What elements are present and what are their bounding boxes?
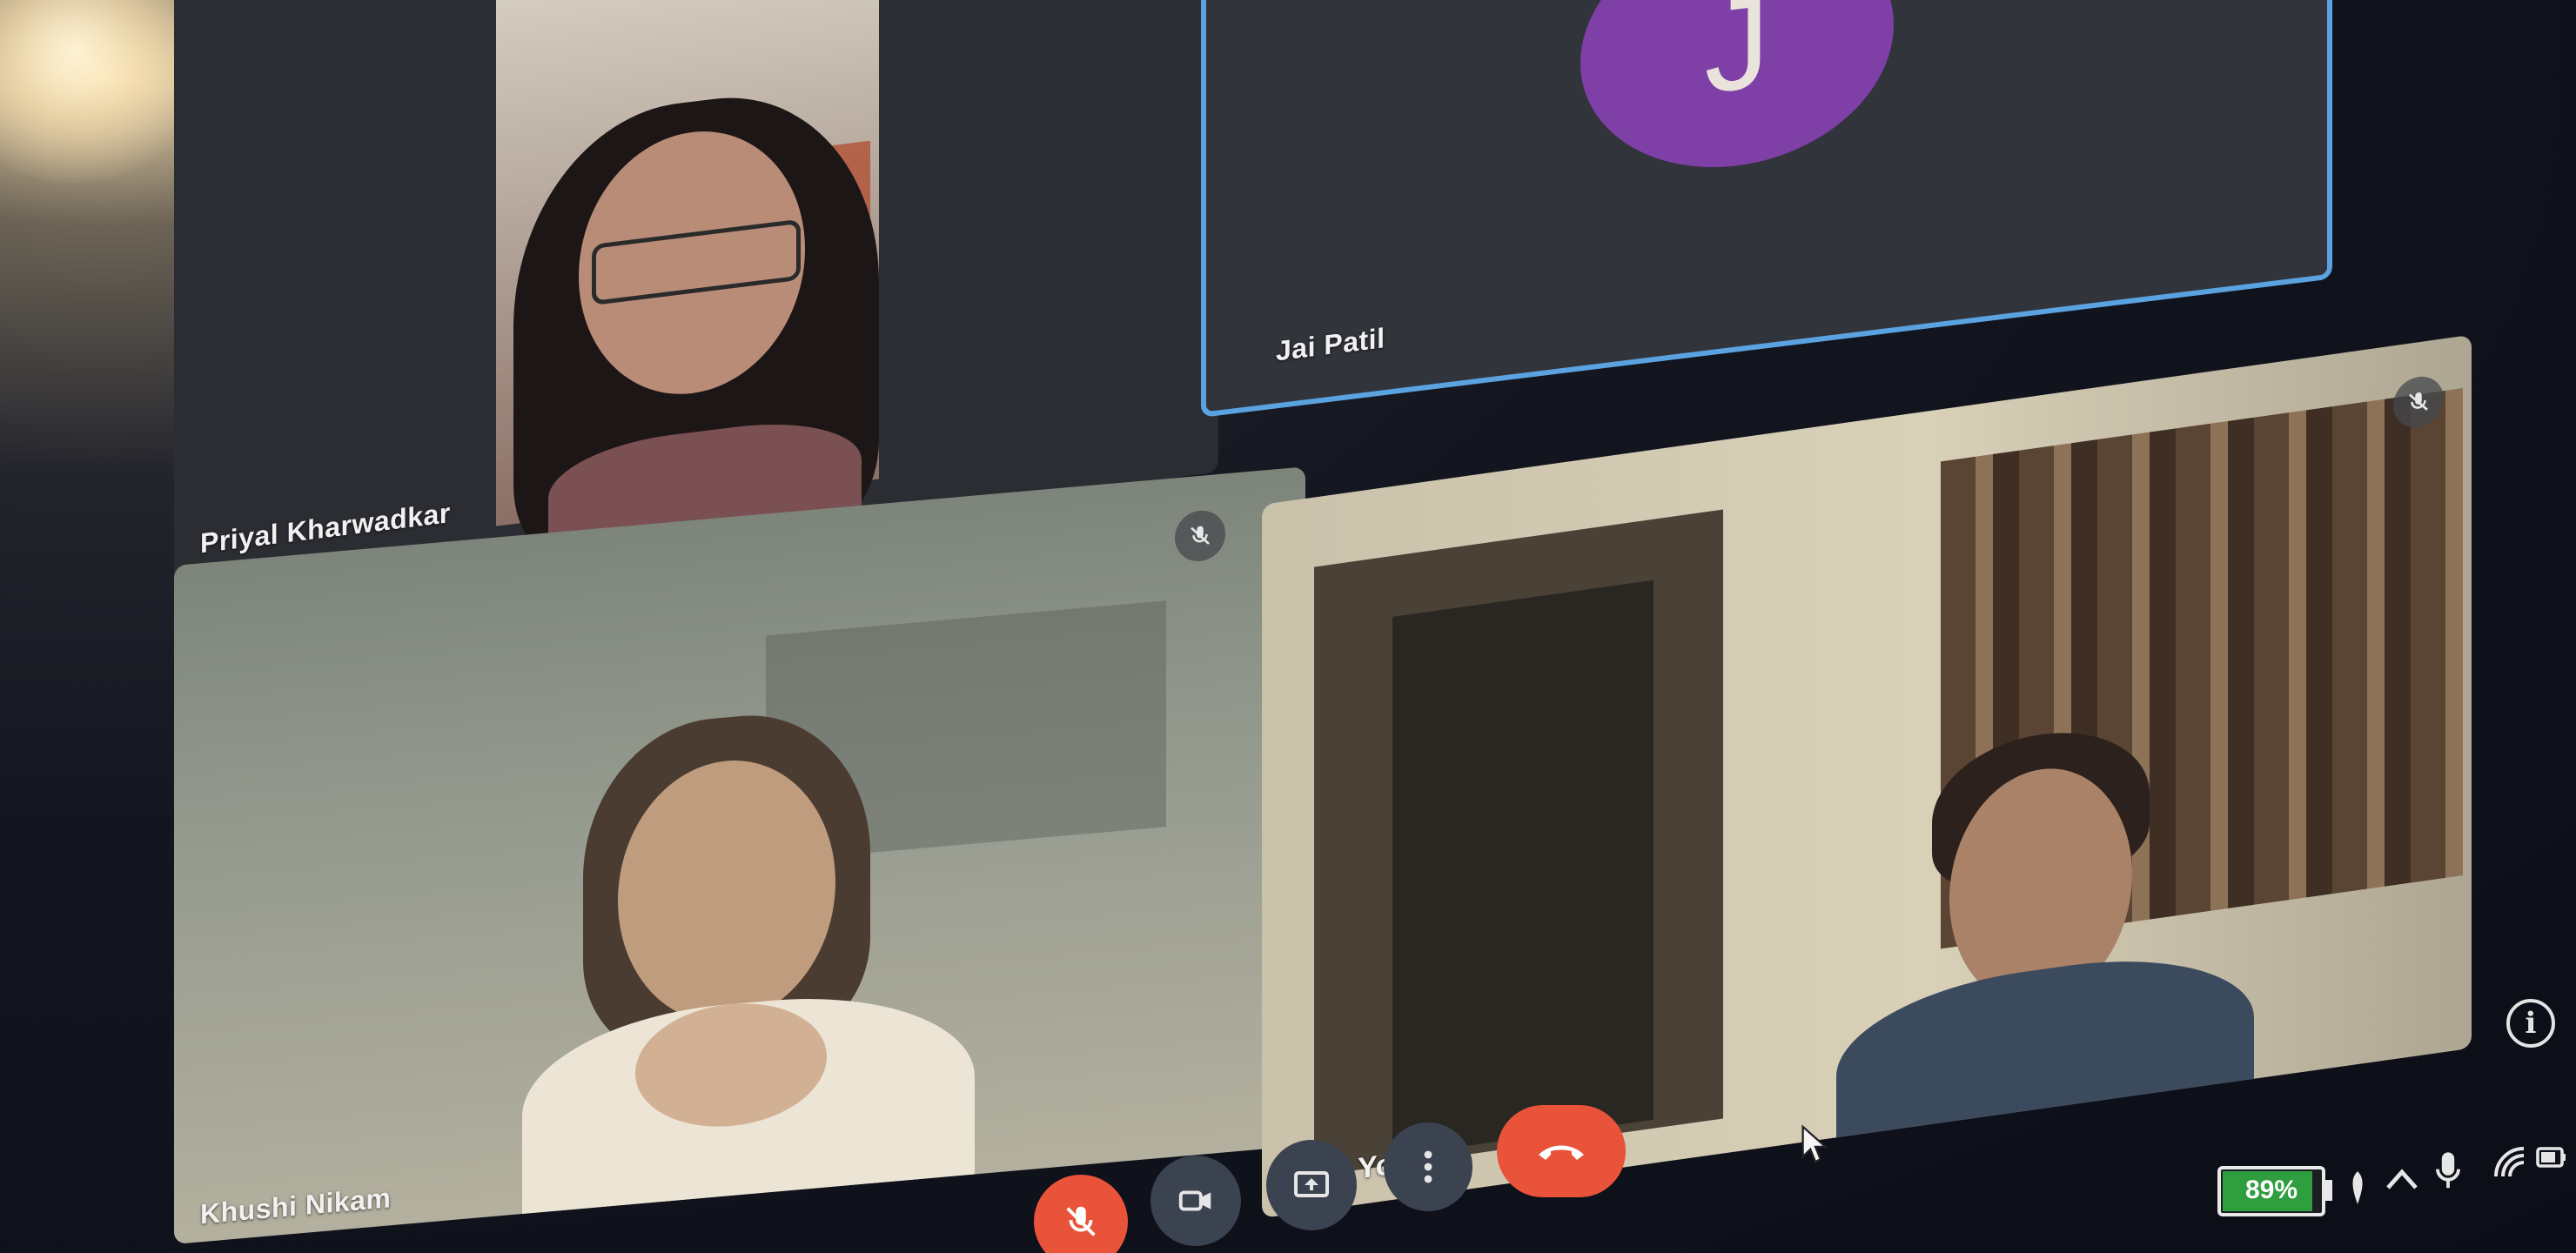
mic-muted-indicator bbox=[1175, 508, 1225, 564]
camera-icon bbox=[1178, 1190, 1211, 1211]
avatar: J bbox=[1580, 0, 1894, 185]
participant-name: Khushi Nikam bbox=[200, 1182, 392, 1230]
battery-saver-icon[interactable] bbox=[2534, 1140, 2569, 1175]
shirt bbox=[1836, 939, 2254, 1173]
participant-tile-khushi[interactable]: Khushi Nikam bbox=[174, 466, 1305, 1244]
participant-video bbox=[496, 0, 879, 577]
present-screen-icon bbox=[1294, 1171, 1329, 1197]
participant-tile-you[interactable]: You bbox=[1262, 334, 2472, 1218]
wifi-icon[interactable] bbox=[2492, 1145, 2527, 1180]
doorway bbox=[1392, 580, 1654, 1156]
mic-off-icon bbox=[2409, 392, 2428, 411]
location-icon[interactable] bbox=[2346, 1169, 2369, 1206]
more-options-button[interactable] bbox=[1384, 1122, 1472, 1211]
mic-off-icon bbox=[1066, 1206, 1096, 1236]
present-screen-button[interactable] bbox=[1266, 1140, 1357, 1230]
end-call-button[interactable] bbox=[1497, 1105, 1626, 1197]
mic-off-icon bbox=[1191, 526, 1210, 545]
participant-tile-jai[interactable]: J Jai Patil bbox=[1201, 0, 2332, 418]
battery-indicator[interactable]: 89% bbox=[2217, 1166, 2325, 1216]
mouse-cursor bbox=[1801, 1124, 1828, 1163]
meeting-screen: Priyal Kharwadkar J Jai Patil Khushi Nik… bbox=[0, 0, 2576, 1253]
mic-toggle-button[interactable] bbox=[1034, 1175, 1128, 1253]
camera-toggle-button[interactable] bbox=[1150, 1156, 1241, 1246]
participant-name: Jai Patil bbox=[1276, 322, 1385, 367]
battery-percent: 89% bbox=[2244, 1176, 2298, 1204]
microphone-icon[interactable] bbox=[2433, 1150, 2463, 1192]
battery-terminal bbox=[2325, 1180, 2332, 1201]
more-options-icon bbox=[1424, 1150, 1432, 1183]
avatar-initial: J bbox=[1704, 0, 1770, 121]
end-call-icon bbox=[1539, 1145, 1584, 1160]
chevron-up-icon[interactable] bbox=[2385, 1166, 2419, 1192]
info-icon[interactable]: i bbox=[2506, 999, 2555, 1048]
